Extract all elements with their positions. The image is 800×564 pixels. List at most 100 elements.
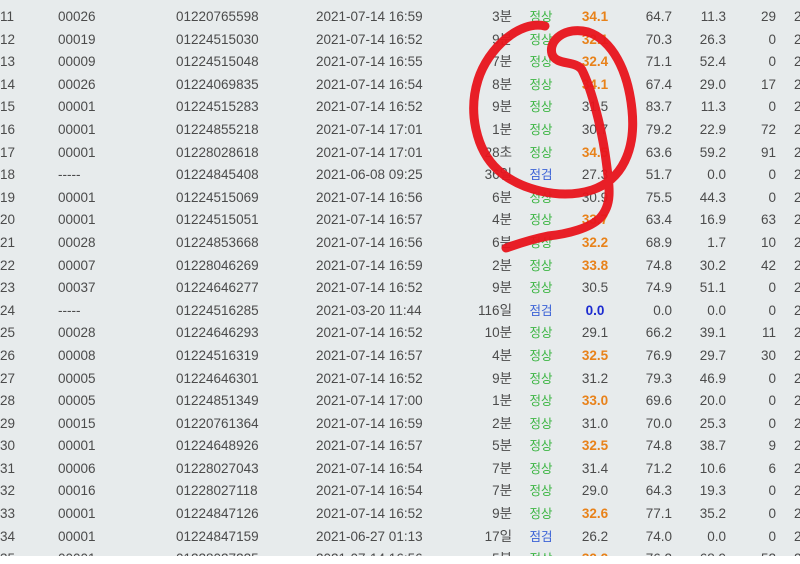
reading-value: 26.3 — [699, 31, 726, 47]
temperature-value: 29.0 — [581, 483, 609, 499]
device-id: 01224847126 — [176, 506, 259, 522]
temperature-value: 30.7 — [581, 121, 609, 137]
device-id: 01224646277 — [176, 280, 259, 296]
table-row[interactable]: 14 00026 01224069835 2021-07-14 16:54 8분 정상 34… — [0, 74, 800, 97]
temperature-value: 32.4 — [581, 54, 609, 70]
group-code: 00001 — [58, 121, 96, 137]
device-id: 01224847159 — [176, 528, 259, 544]
last-date-value: 2021-07- — [794, 280, 800, 296]
table-row[interactable]: 29 00015 01220761364 2021-07-14 16:59 2분 정상 31… — [0, 413, 800, 436]
table-row[interactable]: 28 00005 01224851349 2021-07-14 17:00 1분 정상 33… — [0, 390, 800, 413]
table-row[interactable]: 26 00008 01224516319 2021-07-14 16:57 4분 정상 32… — [0, 345, 800, 368]
count-value: 0 — [768, 54, 776, 70]
count-value: 0 — [768, 393, 776, 409]
last-report-time: 2021-07-14 16:54 — [316, 460, 423, 476]
table-row[interactable]: 11 00026 01220765598 2021-07-14 16:59 3분 정상 34… — [0, 6, 800, 29]
last-date-value: 2021-07- — [794, 438, 800, 454]
device-id: 01224648926 — [176, 438, 259, 454]
count-value: 17 — [760, 76, 776, 92]
last-report-time: 2021-07-14 16:52 — [316, 506, 423, 522]
elapsed-time: 36일 — [484, 167, 512, 183]
reading-value: 46.9 — [699, 370, 726, 386]
group-code: 00001 — [58, 212, 96, 228]
last-report-time: 2021-07-14 16:55 — [316, 54, 423, 70]
humidity-value: 83.7 — [645, 99, 672, 115]
last-report-time: 2021-07-14 17:01 — [316, 121, 423, 137]
last-report-time: 2021-07-14 16:52 — [316, 31, 423, 47]
temperature-value: 33.8 — [581, 257, 609, 273]
table-row[interactable]: 30 00001 01224648926 2021-07-14 16:57 5분 정상 32… — [0, 435, 800, 458]
table-row[interactable]: 23 00037 01224646277 2021-07-14 16:52 9분 정상 30… — [0, 277, 800, 300]
status-label: 정상 — [529, 235, 553, 250]
temperature-value: 26.2 — [581, 528, 609, 544]
table-row[interactable]: 17 00001 01228028618 2021-07-14 17:01 28초 정상 3… — [0, 142, 800, 165]
table-row[interactable]: 20 00001 01224515051 2021-07-14 16:57 4분 정상 33… — [0, 209, 800, 232]
group-code: 00016 — [58, 483, 96, 499]
status-label: 정상 — [529, 32, 553, 47]
status-label: 정상 — [512, 548, 570, 556]
elapsed-time: 1분 — [492, 121, 512, 137]
table-row[interactable]: 12 00019 01224515030 2021-07-14 16:52 9분 정상 32… — [0, 29, 800, 52]
table-row[interactable]: 33 00001 01224847126 2021-07-14 16:52 9분 정상 32… — [0, 503, 800, 526]
humidity-value: 51.7 — [645, 167, 672, 183]
device-id: 01224069835 — [176, 76, 259, 92]
status-label: 정상 — [529, 77, 553, 92]
count-value: 6 — [768, 460, 776, 476]
device-id: 01220765598 — [176, 9, 259, 24]
elapsed-time: 4분 — [492, 347, 512, 363]
elapsed-time: 3분 — [492, 9, 512, 24]
table-row[interactable]: 18 ----- 01224845408 2021-06-08 09:25 36일 점검 2… — [0, 164, 800, 187]
table-row[interactable]: 16 00001 01224855218 2021-07-14 17:01 1분 정상 30… — [0, 119, 800, 142]
temperature-value: 32.5 — [581, 438, 609, 454]
status-label: 정상 — [529, 348, 553, 363]
table-row[interactable]: 22 00007 01228046269 2021-07-14 16:59 2분 정상 33… — [0, 255, 800, 278]
last-date-value: 2021-03- — [794, 302, 800, 318]
temperature-value: 31.2 — [581, 370, 609, 386]
count-value: 0 — [768, 31, 776, 47]
table-row[interactable]: 19 00001 01224515069 2021-07-14 16:56 6분 정상 30… — [0, 187, 800, 210]
table-row[interactable]: 25 00028 01224646293 2021-07-14 16:52 10분 정상 2… — [0, 322, 800, 345]
elapsed-time: 28초 — [484, 144, 512, 160]
reading-value: 35.2 — [699, 506, 726, 522]
humidity-value: 63.6 — [645, 144, 672, 160]
last-date-value: 2021-07- — [794, 257, 800, 273]
row-index: 14 — [0, 76, 16, 92]
humidity-value: 0.0 — [653, 302, 672, 318]
last-date-value: 2021-07- — [794, 54, 800, 70]
last-report-time: 2021-07-14 16:52 — [316, 280, 423, 296]
table-row[interactable]: 27 00005 01224646301 2021-07-14 16:52 9분 정상 31… — [0, 368, 800, 391]
count-value: 11 — [761, 325, 776, 341]
elapsed-time: 2분 — [492, 257, 512, 273]
device-id: 01224515030 — [176, 31, 259, 47]
table-row[interactable]: 34 00001 01224847159 2021-06-27 01:13 17일 점검 2… — [0, 526, 800, 549]
last-date-value: 2021-07- — [794, 415, 800, 431]
group-code: 00015 — [58, 415, 96, 431]
device-id: 01224845408 — [176, 167, 259, 183]
row-index: 18 — [0, 167, 16, 183]
device-id: 01228028618 — [176, 144, 259, 160]
table-row[interactable]: 13 00009 01224515048 2021-07-14 16:55 7분 정상 32… — [0, 51, 800, 74]
last-date-value: 2021-07- — [794, 76, 800, 92]
table-row[interactable]: 24 ----- 01224516285 2021-03-20 11:44 116일 점검… — [0, 300, 800, 323]
count-value: 0 — [768, 99, 776, 115]
humidity-value: 68.9 — [645, 234, 672, 250]
table-row[interactable]: 15 00001 01224515283 2021-07-14 16:52 9분 정상 31… — [0, 96, 800, 119]
last-date-value: 2021-07- — [794, 144, 800, 160]
table-row[interactable]: 32 00016 01228027118 2021-07-14 16:54 7분 정상 29… — [0, 480, 800, 503]
device-id: 01224515051 — [176, 212, 259, 228]
table-row[interactable]: 3500001012280272252021-07-14 16:565분정상32… — [0, 548, 800, 556]
elapsed-time: 10분 — [484, 325, 512, 341]
row-index: 34 — [0, 528, 16, 544]
last-report-time: 2021-07-14 16:57 — [316, 438, 423, 454]
status-label: 점검 — [529, 529, 553, 544]
humidity-value: 66.2 — [645, 325, 672, 341]
humidity-value: 74.8 — [645, 257, 672, 273]
humidity-value: 76.9 — [645, 347, 672, 363]
group-code: 00008 — [58, 347, 96, 363]
last-date-value: 2021-07- — [794, 370, 800, 386]
device-status-screen: 11 00026 01220765598 2021-07-14 16:59 3분 정상 34… — [0, 0, 800, 556]
table-row[interactable]: 31 00006 01228027043 2021-07-14 16:54 7분 정상 31… — [0, 458, 800, 481]
row-index: 22 — [0, 257, 16, 273]
status-label: 정상 — [529, 100, 553, 115]
table-row[interactable]: 21 00028 01224853668 2021-07-14 16:56 6분 정상 32… — [0, 232, 800, 255]
